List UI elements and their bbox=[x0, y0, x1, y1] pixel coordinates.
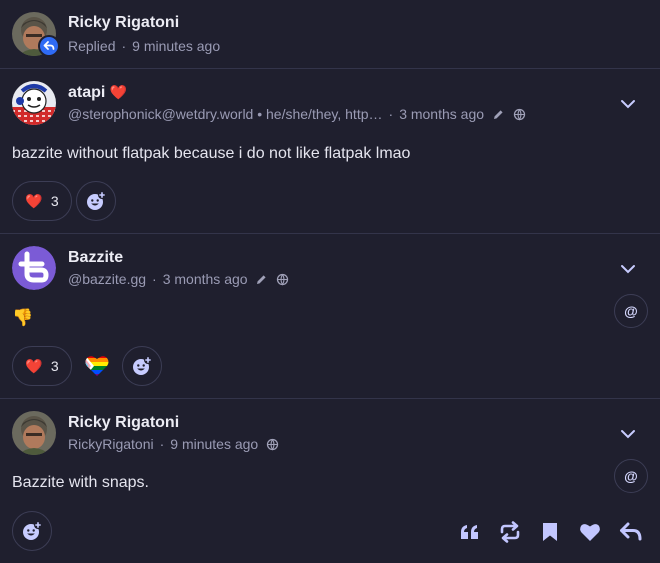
bookmark-button[interactable] bbox=[538, 520, 562, 544]
header-time[interactable]: 9 minutes ago bbox=[132, 38, 220, 54]
reaction-count: 3 bbox=[50, 358, 59, 374]
add-reaction-button[interactable] bbox=[122, 346, 162, 386]
pencil-icon bbox=[257, 275, 267, 284]
mention-button[interactable]: @ bbox=[614, 294, 648, 328]
quote-button[interactable] bbox=[458, 520, 482, 544]
pride-heart-icon bbox=[85, 356, 109, 377]
header-status: Replied bbox=[68, 38, 116, 54]
mention-button[interactable]: @ bbox=[614, 459, 648, 493]
post-time[interactable]: 3 months ago bbox=[163, 271, 248, 287]
reply-icon bbox=[620, 522, 642, 541]
post-time[interactable]: 9 minutes ago bbox=[170, 436, 258, 452]
post-text: 👎 bbox=[12, 308, 34, 327]
name-emoji: ❤️ bbox=[109, 84, 128, 100]
smiley-plus-icon bbox=[23, 521, 42, 540]
avatar[interactable] bbox=[12, 411, 56, 455]
smiley-plus-icon bbox=[133, 356, 152, 375]
post-author-name[interactable]: Ricky Rigatoni bbox=[68, 414, 179, 432]
smiley-plus-icon bbox=[87, 191, 106, 210]
repeat-icon bbox=[500, 521, 520, 543]
reaction-button[interactable]: ❤️ 3 bbox=[12, 181, 72, 221]
divider bbox=[0, 68, 660, 69]
globe-icon bbox=[513, 108, 525, 121]
post-handle[interactable]: RickyRigatoni bbox=[68, 436, 154, 452]
post-text: bazzite without flatpak because i do not… bbox=[12, 145, 411, 162]
reply-arrow-icon bbox=[43, 41, 55, 50]
add-reaction-button[interactable] bbox=[12, 511, 52, 551]
reaction-count: 3 bbox=[50, 193, 59, 209]
add-reaction-button[interactable] bbox=[76, 181, 116, 221]
globe-icon bbox=[277, 273, 289, 286]
pencil-icon bbox=[493, 110, 503, 119]
divider bbox=[0, 233, 660, 234]
post-author-name[interactable]: atapi ❤️ bbox=[68, 84, 127, 102]
heart-emoji: ❤️ bbox=[25, 192, 43, 209]
header-status-line: Replied · 9 minutes ago bbox=[68, 38, 221, 54]
post-author-name[interactable]: Bazzite bbox=[68, 249, 123, 267]
pride-heart-reaction[interactable] bbox=[84, 354, 110, 378]
reaction-button[interactable]: ❤️ 3 bbox=[12, 346, 72, 386]
header-author-name[interactable]: Ricky Rigatoni bbox=[68, 14, 179, 32]
post-handle[interactable]: @bazzite.gg bbox=[68, 271, 146, 287]
quote-icon bbox=[461, 525, 478, 539]
post-meta: @bazzite.gg · 3 months ago bbox=[68, 271, 289, 287]
reply-button[interactable] bbox=[619, 520, 643, 544]
post-meta: RickyRigatoni · 9 minutes ago bbox=[68, 436, 279, 452]
heart-emoji: ❤️ bbox=[25, 357, 43, 374]
chevron-down-icon[interactable] bbox=[617, 258, 639, 280]
avatar[interactable] bbox=[12, 81, 56, 125]
post-handle[interactable]: @sterophonick@wetdry.world • he/she/they… bbox=[68, 106, 383, 122]
chevron-down-icon[interactable] bbox=[617, 423, 639, 445]
globe-icon bbox=[266, 438, 279, 451]
post-time[interactable]: 3 months ago bbox=[399, 106, 484, 122]
divider bbox=[0, 398, 660, 399]
avatar[interactable] bbox=[12, 246, 56, 290]
heart-icon bbox=[580, 524, 600, 541]
post-meta: @sterophonick@wetdry.world • he/she/they… bbox=[68, 106, 526, 122]
boost-button[interactable] bbox=[498, 520, 522, 544]
reply-badge bbox=[38, 35, 60, 57]
post-text: Bazzite with snaps. bbox=[12, 474, 149, 491]
favourite-button[interactable] bbox=[578, 520, 602, 544]
chevron-down-icon[interactable] bbox=[617, 93, 639, 115]
bookmark-icon bbox=[543, 523, 557, 541]
